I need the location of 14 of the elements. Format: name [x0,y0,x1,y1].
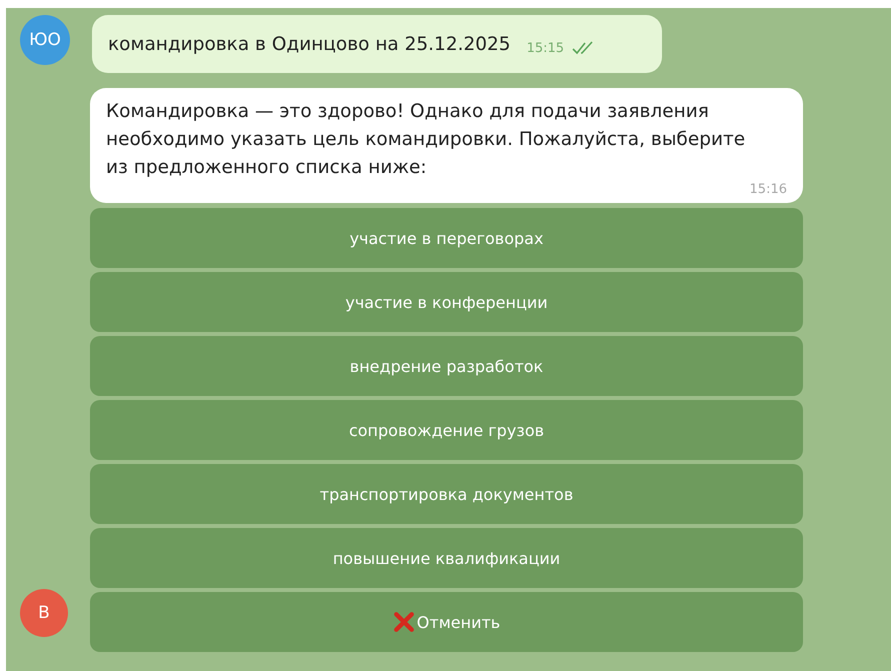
message-time: 15:15 [526,40,564,56]
message-text: командировка в Одинцово на 25.12.2025 [108,34,511,54]
cancel-button[interactable]: Отменить [90,592,803,652]
bot-avatar: B [20,589,68,637]
keyboard-button[interactable]: повышение квалификации [90,528,803,588]
user-avatar: ЮО [20,15,70,65]
keyboard-button[interactable]: сопровождение грузов [90,400,803,460]
keyboard-button[interactable]: участие в конференции [90,272,803,332]
keyboard-button[interactable]: внедрение разработок [90,336,803,396]
message-text: Командировка — это здорово! Однако для подачи заявления необходимо указать цель командировки. Пожалуйста, выберите из предложенного списка ниже: [106,100,746,180]
keyboard-button[interactable]: транспортировка документов [90,464,803,524]
keyboard-button[interactable]: участие в переговорах [90,208,803,268]
cross-icon [392,611,415,633]
message-time: 15:16 [750,182,787,197]
